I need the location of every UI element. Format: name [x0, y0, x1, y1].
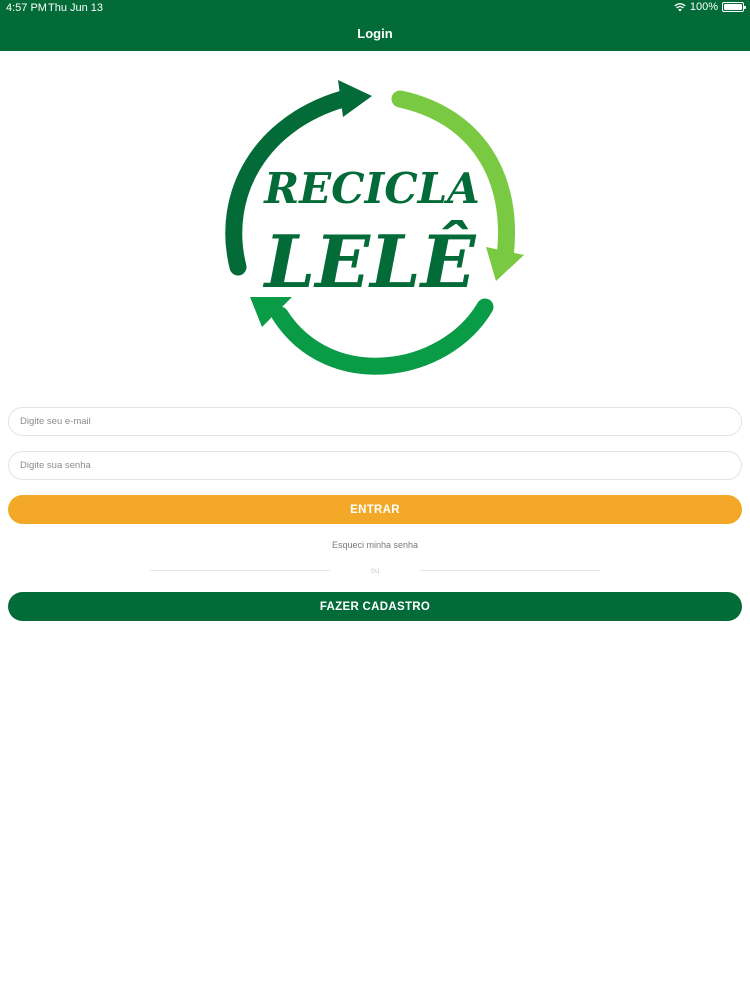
- status-indicators: 100%: [674, 1, 746, 13]
- logo-arrow-mid: [271, 298, 494, 375]
- app-header: 4:57 PM Thu Jun 13 100% Login: [0, 0, 750, 51]
- wifi-icon: [674, 3, 686, 12]
- page-title: Login: [357, 26, 393, 41]
- logo-text-recicla: RECICLA: [263, 164, 480, 213]
- signup-button[interactable]: FAZER CADASTRO: [8, 592, 742, 621]
- forgot-password-link[interactable]: Esqueci minha senha: [0, 540, 750, 550]
- recicla-lele-logo: RECICLA LELÊ: [225, 80, 524, 375]
- logo-text-lele: LELÊ: [262, 219, 476, 304]
- login-button[interactable]: ENTRAR: [8, 495, 742, 524]
- divider-right: [420, 570, 600, 571]
- password-field[interactable]: Digite sua senha: [8, 451, 742, 480]
- logo-arrowhead-light: [486, 247, 524, 281]
- status-date: Thu Jun 13: [48, 2, 104, 14]
- password-placeholder: Digite sua senha: [20, 460, 91, 471]
- battery-percent: 100%: [689, 1, 718, 13]
- battery-icon: [722, 2, 746, 12]
- email-placeholder: Digite seu e-mail: [20, 416, 91, 427]
- or-separator: ou: [370, 566, 380, 575]
- email-field[interactable]: Digite seu e-mail: [8, 407, 742, 436]
- logo-arrowhead-dark: [338, 80, 372, 117]
- status-time: 4:57 PM: [6, 2, 47, 14]
